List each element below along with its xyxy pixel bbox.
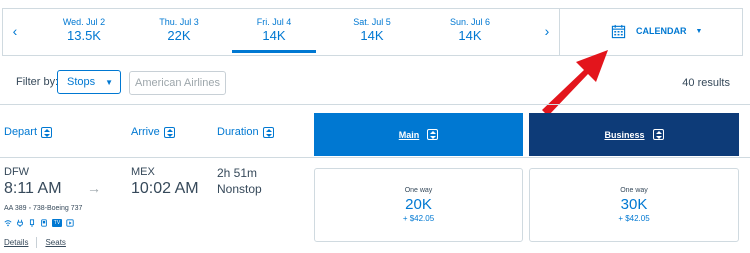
date-label: Thu. Jul 3	[159, 17, 199, 27]
flight-stops: Nonstop	[217, 182, 262, 196]
amenities: TV	[4, 219, 74, 227]
arrive-header-label: Arrive	[131, 126, 160, 138]
app-entertainment-icon	[66, 219, 74, 227]
flight-meta: AA 389 ◦ 738-Boeing 737	[4, 205, 83, 212]
seats-link[interactable]: Seats	[45, 238, 65, 247]
seatback-screen-icon	[41, 219, 47, 227]
flight-duration: 2h 51m	[217, 166, 258, 180]
date-label: Sun. Jul 6	[449, 17, 491, 27]
row-divider	[0, 157, 750, 158]
main-cabin-label: Main	[398, 129, 420, 140]
stops-filter-dropdown[interactable]: Stops ▼	[57, 70, 121, 94]
calendar-label: CALENDAR	[636, 26, 687, 36]
date-tab-sun-jul-6[interactable]: Sun. Jul 6 14K	[429, 9, 511, 55]
calendar-button[interactable]: CALENDAR ▼	[611, 22, 702, 40]
link-separator	[36, 237, 38, 248]
next-dates-chevron-icon[interactable]: ›	[541, 23, 553, 39]
sort-icon	[163, 126, 175, 138]
sort-icon	[262, 126, 274, 138]
date-tab-fri-jul-4[interactable]: Fri. Jul 4 14K	[232, 9, 316, 55]
date-label: Wed. Jul 2	[62, 17, 106, 27]
depart-header-label: Depart	[4, 126, 38, 138]
arrive-airport: MEX	[131, 166, 155, 178]
tv-icon: TV	[52, 219, 62, 227]
calendar-icon	[611, 24, 626, 38]
date-tab-thu-jul-3[interactable]: Thu. Jul 3 22K	[138, 9, 220, 55]
sort-icon	[652, 129, 664, 140]
fare-tax: + $42.05	[402, 214, 435, 223]
selected-date-underline	[232, 50, 316, 53]
header-divider	[0, 104, 750, 105]
caret-down-icon: ▼	[105, 78, 113, 87]
date-price: 22K	[167, 28, 191, 43]
depart-airport: DFW	[4, 166, 30, 178]
power-icon	[17, 219, 23, 227]
business-cabin-label: Business	[604, 129, 645, 140]
fare-one-way-label: One way	[404, 187, 433, 194]
date-price: 14K	[360, 28, 384, 43]
sort-arrive-button[interactable]: Arrive	[131, 126, 175, 138]
red-arrow-annotation-icon	[542, 50, 608, 116]
date-price: 13.5K	[67, 28, 101, 43]
fare-miles: 30K	[620, 196, 648, 213]
date-label: Fri. Jul 4	[256, 17, 292, 27]
sort-depart-button[interactable]: Depart	[4, 126, 53, 138]
business-fare-card[interactable]: One way 30K + $42.05	[529, 168, 739, 242]
usb-icon	[29, 219, 35, 227]
date-strip: ‹ Wed. Jul 2 13.5K Thu. Jul 3 22K Fri. J…	[2, 8, 743, 56]
filter-by-label: Filter by:	[16, 76, 59, 88]
stops-filter-label: Stops	[67, 76, 96, 88]
arrive-time: 10:02 AM	[131, 180, 199, 197]
date-price: 14K	[458, 28, 482, 43]
date-price: 14K	[262, 28, 286, 43]
fare-miles: 20K	[405, 196, 432, 213]
date-tab-sat-jul-5[interactable]: Sat. Jul 5 14K	[331, 9, 413, 55]
sort-icon	[427, 129, 439, 140]
sort-icon	[41, 126, 53, 138]
wifi-icon	[4, 220, 12, 227]
arrow-right-icon: →	[87, 180, 101, 196]
airline-filter-button[interactable]: American Airlines	[129, 71, 226, 95]
depart-time: 8:11 AM	[4, 180, 62, 197]
caret-down-icon: ▼	[695, 27, 703, 35]
main-fare-card[interactable]: One way 20K + $42.05	[314, 168, 523, 242]
sort-business-cabin-button[interactable]: Business	[529, 113, 739, 156]
sort-duration-button[interactable]: Duration	[217, 126, 274, 138]
details-link[interactable]: Details	[4, 238, 28, 247]
results-count: 40 results	[682, 77, 730, 89]
fare-tax: + $42.05	[618, 214, 650, 223]
duration-header-label: Duration	[217, 126, 259, 138]
date-label: Sat. Jul 5	[353, 17, 391, 27]
fare-one-way-label: One way	[620, 187, 648, 194]
date-tab-wed-jul-2[interactable]: Wed. Jul 2 13.5K	[43, 9, 125, 55]
sort-main-cabin-button[interactable]: Main	[314, 113, 523, 156]
previous-dates-chevron-icon[interactable]: ‹	[9, 23, 21, 39]
flight-links: Details Seats	[4, 237, 66, 248]
